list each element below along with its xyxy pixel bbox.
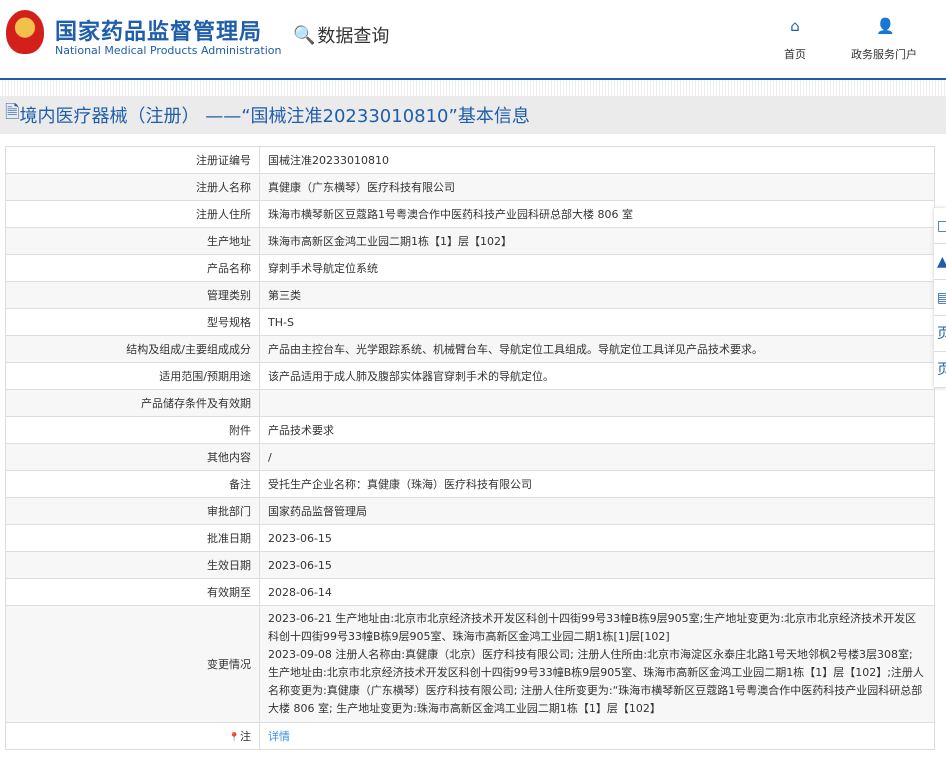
table-row: 有效期至 2028-06-14 bbox=[5, 578, 935, 606]
floating-sidebar: □ ▲ ▤ 页 页 bbox=[934, 208, 946, 388]
table-row: 产品储存条件及有效期 bbox=[5, 389, 935, 417]
table-row: 附件 产品技术要求 bbox=[5, 416, 935, 444]
field-value: 真健康（广东横琴）医疗科技有限公司 bbox=[259, 173, 935, 201]
sidebar-button-4[interactable]: 页 bbox=[934, 316, 946, 352]
table-row: 注册人名称 真健康（广东横琴）医疗科技有限公司 bbox=[5, 173, 935, 201]
field-value: 穿刺手术导航定位系统 bbox=[259, 254, 935, 282]
data-query-heading: 🔍 数据查询 bbox=[293, 22, 389, 48]
field-value: 第三类 bbox=[259, 281, 935, 309]
field-value: 珠海市高新区金鸿工业园二期1栋【1】层【102】 bbox=[259, 227, 935, 255]
user-icon: 👤 bbox=[876, 17, 895, 35]
document-search-icon: 🔍 bbox=[293, 24, 316, 46]
sidebar-button-3[interactable]: ▤ bbox=[934, 280, 946, 316]
change-entry: 2023-09-08 注册人名称由:真健康（北京）医疗科技有限公司; 注册人住所… bbox=[268, 648, 924, 715]
table-row: 管理类别 第三类 bbox=[5, 281, 935, 309]
field-value: 产品由主控台车、光学跟踪系统、机械臂台车、导航定位工具组成。导航定位工具详见产品… bbox=[259, 335, 935, 363]
field-value: TH-S bbox=[259, 308, 935, 336]
table-row-note: 📍注 详情 bbox=[5, 722, 935, 750]
field-label: 产品储存条件及有效期 bbox=[5, 389, 260, 417]
page-title: 🗎 境内医疗器械（注册） ——“国械注准20233010810”基本信息 bbox=[0, 96, 946, 134]
field-value: 受托生产企业名称：真健康（珠海）医疗科技有限公司 bbox=[259, 470, 935, 498]
field-label: 其他内容 bbox=[5, 443, 260, 471]
field-label: 生效日期 bbox=[5, 551, 260, 579]
field-value: 珠海市横琴新区豆蔻路1号粤澳合作中医药科技产业园科研总部大楼 806 室 bbox=[259, 200, 935, 228]
field-value: / bbox=[259, 443, 935, 471]
sidebar-button-1[interactable]: □ bbox=[934, 208, 946, 244]
field-label: 📍注 bbox=[5, 722, 260, 750]
field-label: 注册人名称 bbox=[5, 173, 260, 201]
home-icon: ⌂ bbox=[790, 17, 800, 35]
field-label: 变更情况 bbox=[5, 605, 260, 723]
page-title-text: 境内医疗器械（注册） ——“国械注准20233010810”基本信息 bbox=[19, 106, 530, 127]
change-entry: 2023-06-21 生产地址由:北京市北京经济技术开发区科创十四街99号33幢… bbox=[268, 612, 917, 643]
field-value bbox=[259, 389, 935, 417]
field-label: 适用范围/预期用途 bbox=[5, 362, 260, 390]
table-row: 结构及组成/主要组成成分 产品由主控台车、光学跟踪系统、机械臂台车、导航定位工具组… bbox=[5, 335, 935, 363]
field-value: 2023-06-15 bbox=[259, 551, 935, 579]
data-query-label: 数据查询 bbox=[317, 26, 390, 47]
pin-icon: 📍 bbox=[228, 733, 240, 743]
document-icon: 🗎 bbox=[5, 102, 20, 123]
details-link[interactable]: 详情 bbox=[268, 730, 290, 743]
table-row: 审批部门 国家药品监督管理局 bbox=[5, 497, 935, 525]
table-row: 其他内容 / bbox=[5, 443, 935, 471]
field-label: 注册人住所 bbox=[5, 200, 260, 228]
nav-home-label: 首页 bbox=[784, 48, 806, 61]
note-label: 注 bbox=[240, 730, 251, 743]
changes-value: 2023-06-21 生产地址由:北京市北京经济技术开发区科创十四街99号33幢… bbox=[259, 605, 935, 723]
table-row-changes: 变更情况 2023-06-21 生产地址由:北京市北京经济技术开发区科创十四街99… bbox=[5, 605, 935, 723]
table-row: 批准日期 2023-06-15 bbox=[5, 524, 935, 552]
nav-home[interactable]: ⌂ 首页 bbox=[784, 18, 806, 62]
field-label: 附件 bbox=[5, 416, 260, 444]
logo-title: 国家药品监督管理局 bbox=[55, 20, 263, 45]
field-label: 产品名称 bbox=[5, 254, 260, 282]
nav-service-portal[interactable]: 👤 政务服务门户 bbox=[851, 18, 917, 62]
note-value: 详情 bbox=[259, 722, 935, 750]
table-row: 注册证编号 国械注准20233010810 bbox=[5, 146, 935, 174]
sidebar-button-2[interactable]: ▲ bbox=[934, 244, 946, 280]
nav-service-label: 政务服务门户 bbox=[851, 48, 917, 61]
field-label: 注册证编号 bbox=[5, 146, 260, 174]
field-value: 该产品适用于成人肺及腹部实体器官穿刺手术的导航定位。 bbox=[259, 362, 935, 390]
field-label: 有效期至 bbox=[5, 578, 260, 606]
table-row: 备注 受托生产企业名称：真健康（珠海）医疗科技有限公司 bbox=[5, 470, 935, 498]
info-table: 注册证编号 国械注准20233010810 注册人名称 真健康（广东横琴）医疗科技有限… bbox=[5, 146, 935, 750]
field-label: 审批部门 bbox=[5, 497, 260, 525]
divider-stripe bbox=[0, 80, 946, 96]
field-value: 2028-06-14 bbox=[259, 578, 935, 606]
field-value: 产品技术要求 bbox=[259, 416, 935, 444]
field-value: 2023-06-15 bbox=[259, 524, 935, 552]
table-row: 生产地址 珠海市高新区金鸿工业园二期1栋【1】层【102】 bbox=[5, 227, 935, 255]
table-row: 生效日期 2023-06-15 bbox=[5, 551, 935, 579]
field-label: 批准日期 bbox=[5, 524, 260, 552]
field-label: 结构及组成/主要组成成分 bbox=[5, 335, 260, 363]
field-label: 管理类别 bbox=[5, 281, 260, 309]
national-emblem-logo bbox=[6, 10, 44, 54]
site-header: 国家药品监督管理局 National Medical Products Admi… bbox=[0, 0, 946, 80]
table-row: 适用范围/预期用途 该产品适用于成人肺及腹部实体器官穿刺手术的导航定位。 bbox=[5, 362, 935, 390]
table-row: 注册人住所 珠海市横琴新区豆蔻路1号粤澳合作中医药科技产业园科研总部大楼 806 … bbox=[5, 200, 935, 228]
logo-subtitle: National Medical Products Administration bbox=[55, 44, 282, 57]
field-value: 国械注准20233010810 bbox=[259, 146, 935, 174]
table-row: 型号规格 TH-S bbox=[5, 308, 935, 336]
sidebar-button-5[interactable]: 页 bbox=[934, 352, 946, 388]
field-label: 生产地址 bbox=[5, 227, 260, 255]
field-label: 型号规格 bbox=[5, 308, 260, 336]
table-row: 产品名称 穿刺手术导航定位系统 bbox=[5, 254, 935, 282]
field-value: 国家药品监督管理局 bbox=[259, 497, 935, 525]
field-label: 备注 bbox=[5, 470, 260, 498]
